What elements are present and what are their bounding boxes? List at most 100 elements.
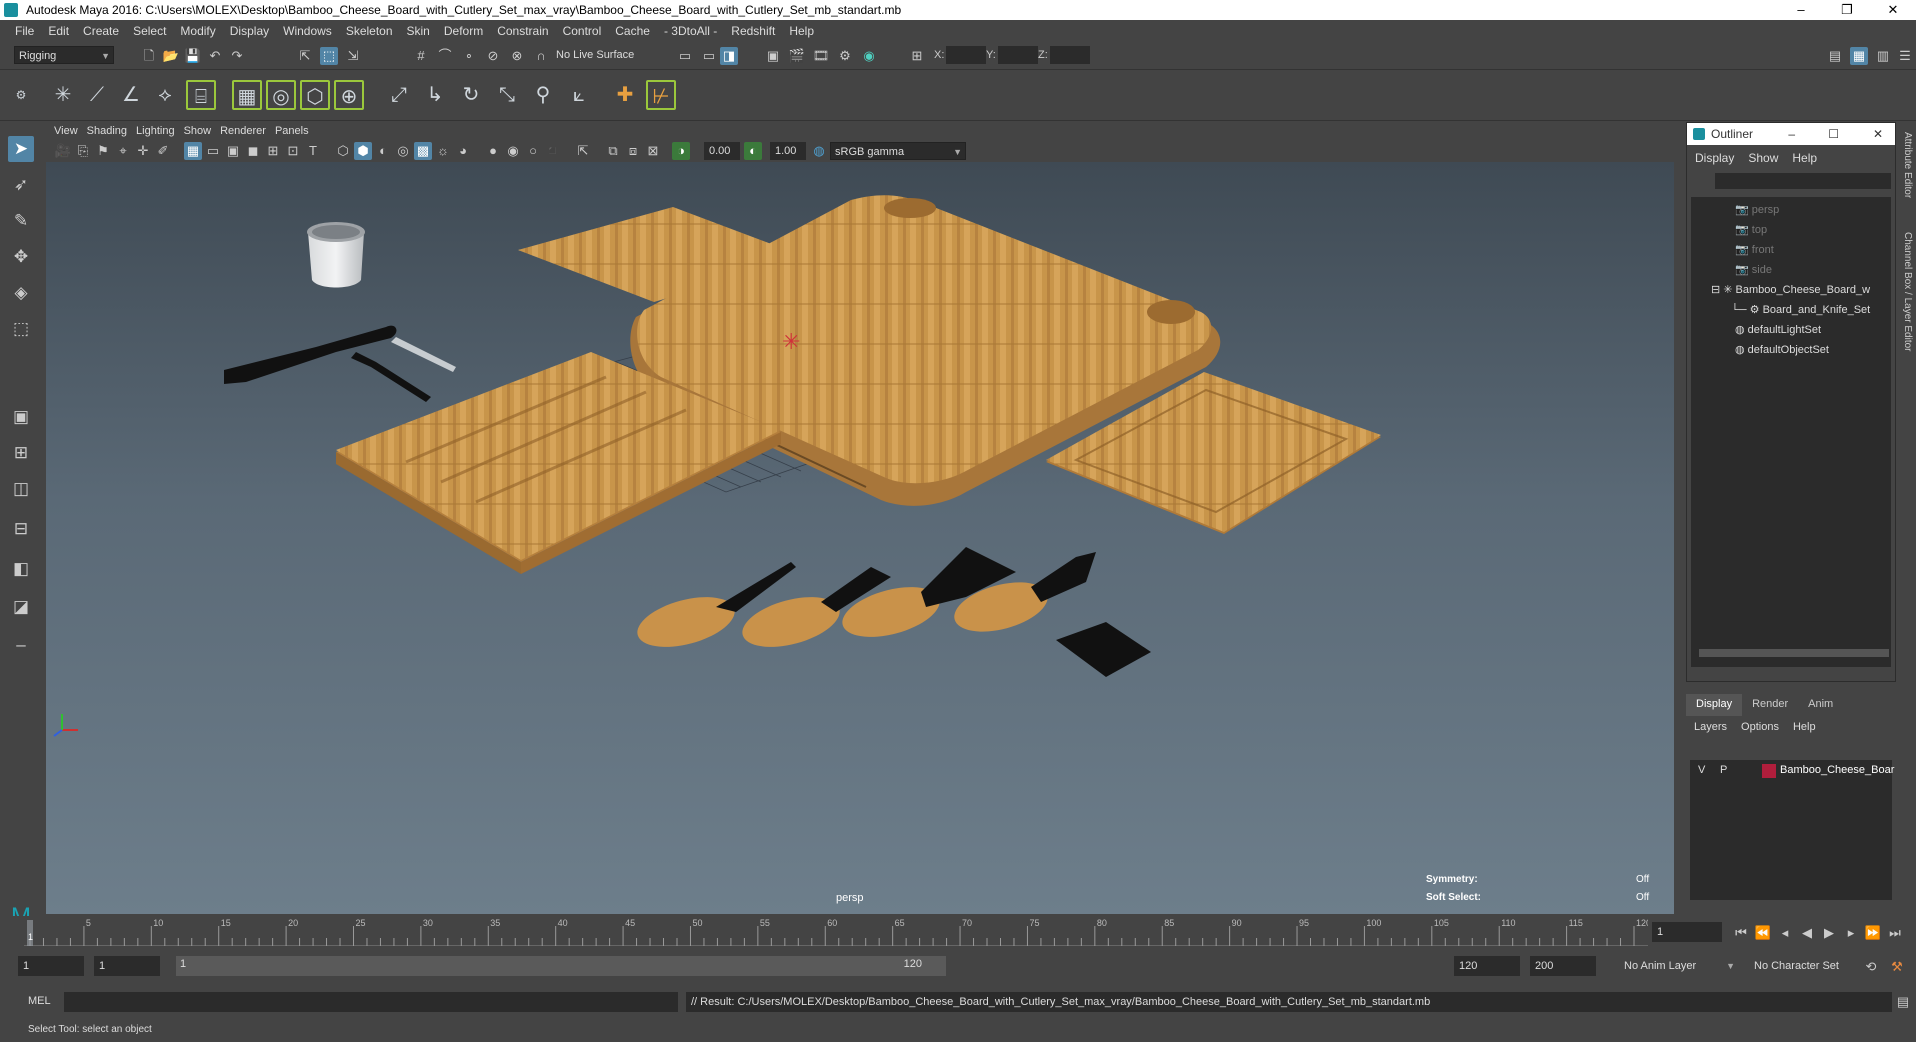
create-joints-icon[interactable]: ✳ <box>48 80 78 110</box>
skin-bind-icon[interactable]: ⌸ <box>186 80 216 110</box>
insert-joint-icon[interactable]: ⟋ <box>82 80 112 110</box>
resolution-gate-icon[interactable]: ▣ <box>224 142 242 160</box>
outliner-layout-icon[interactable]: ⊟ <box>8 516 34 542</box>
tool-settings-icon[interactable]: ▥ <box>1874 47 1892 65</box>
playback-end-field[interactable]: 120 <box>1454 956 1520 976</box>
y-field[interactable] <box>998 46 1038 64</box>
single-view-icon[interactable]: ▣ <box>8 404 34 430</box>
attribute-editor-tab[interactable]: Attribute Editor <box>1902 132 1913 198</box>
menu-cache[interactable]: Cache <box>608 24 657 38</box>
snap-grid-icon[interactable]: # <box>412 47 430 65</box>
snap-point-icon[interactable]: ∘ <box>460 47 478 65</box>
script-editor-icon[interactable]: ▤ <box>1894 993 1912 1011</box>
wireframe-icon[interactable]: ⬡ <box>334 142 352 160</box>
range-bar[interactable]: 1 120 <box>176 956 946 976</box>
menu-redshift[interactable]: Redshift <box>724 24 782 38</box>
step-back-key-icon[interactable]: ⏪ <box>1754 924 1772 942</box>
frame-all-icon[interactable]: ⊠ <box>644 142 662 160</box>
select-tool-icon[interactable]: ➤ <box>8 136 34 162</box>
grease-pencil-icon[interactable]: ✐ <box>154 142 172 160</box>
minimize-button[interactable]: – <box>1778 0 1824 20</box>
xray-active-icon[interactable]: ⧈ <box>624 142 642 160</box>
outliner-item-lightset[interactable]: ◍ defaultLightSet <box>1735 323 1821 336</box>
layer-color-swatch[interactable] <box>1762 764 1776 778</box>
new-scene-icon[interactable]: 🗋 <box>140 47 158 65</box>
menu-deform[interactable]: Deform <box>437 24 490 38</box>
outliner-item-side[interactable]: 📷 side <box>1735 263 1772 276</box>
ipr-render-icon[interactable]: 🎞 <box>812 47 830 65</box>
menu-display[interactable]: Display <box>223 24 276 38</box>
outliner-item-persp[interactable]: 📷 persp <box>1735 203 1779 216</box>
panel-menu-view[interactable]: View <box>54 125 87 137</box>
tab-display[interactable]: Display <box>1686 694 1743 716</box>
xray-icon[interactable]: ◎ <box>394 142 412 160</box>
live-surface-label[interactable]: No Live Surface <box>556 49 634 61</box>
wireframe-on-shaded-icon[interactable]: ◐ <box>374 142 392 160</box>
character-set-dropdown[interactable]: No Character Set <box>1750 957 1856 975</box>
play-backward-icon[interactable]: ◀ <box>1798 924 1816 942</box>
hypershade-layout-icon[interactable]: ◪ <box>8 594 34 620</box>
scale-constraint-icon[interactable]: ⤡ <box>492 80 522 110</box>
layers-menu-options[interactable]: Options <box>1741 721 1779 733</box>
color-management-icon[interactable]: ◍ <box>810 142 828 160</box>
render-view-icon[interactable]: ▣ <box>764 47 782 65</box>
more-layouts-icon[interactable]: – <box>8 632 34 658</box>
ambient-occlusion-icon[interactable]: ● <box>484 142 502 160</box>
channel-box-tab[interactable]: Channel Box / Layer Editor <box>1902 232 1913 352</box>
menu-file[interactable]: File <box>8 24 41 38</box>
output-ops-icon[interactable]: ▭ <box>700 47 718 65</box>
step-forward-frame-icon[interactable]: ▸ <box>1842 924 1860 942</box>
preferences-icon[interactable]: ⚒ <box>1888 958 1906 976</box>
layer-name[interactable]: Bamboo_Cheese_Boar <box>1780 764 1894 776</box>
menu-help[interactable]: Help <box>782 24 821 38</box>
time-slider[interactable]: 5 10 15 20 25 30 35 40 45 50 55 60 65 70 75 80 85 90 95 100… <box>0 916 1916 950</box>
play-forward-icon[interactable]: ▶ <box>1820 924 1838 942</box>
panel-menu-show[interactable]: Show <box>184 125 221 137</box>
render-settings-icon[interactable]: ⚙ <box>836 47 854 65</box>
wrap-deformer-icon[interactable]: ⬡ <box>300 80 330 110</box>
depth-of-field-icon[interactable]: ◾ <box>544 142 562 160</box>
snap-view-icon[interactable]: ⊘ <box>484 47 502 65</box>
locator-icon[interactable]: ✚ <box>610 80 640 110</box>
four-view-icon[interactable]: ⊞ <box>8 440 34 466</box>
sculpt-deformer-icon[interactable]: ◎ <box>266 80 296 110</box>
anim-layer-dropdown[interactable]: No Anim Layer ▼ <box>1620 957 1738 975</box>
menu-modify[interactable]: Modify <box>173 24 222 38</box>
z-field[interactable] <box>1050 46 1090 64</box>
tab-render[interactable]: Render <box>1742 694 1798 716</box>
outliner-hscrollbar[interactable] <box>1699 649 1889 657</box>
lasso-tool-icon[interactable]: ➶ <box>8 172 34 198</box>
step-back-frame-icon[interactable]: ◂ <box>1776 924 1794 942</box>
hypershade-icon[interactable]: ◉ <box>860 47 878 65</box>
outliner-close-icon[interactable]: ✕ <box>1873 123 1883 145</box>
outliner-search-input[interactable] <box>1715 173 1891 189</box>
animation-start-field[interactable]: 1 <box>18 956 84 976</box>
side-by-side-icon[interactable]: ◫ <box>8 476 34 502</box>
move-tool-icon[interactable]: ✥ <box>8 244 34 270</box>
menu-skeleton[interactable]: Skeleton <box>339 24 400 38</box>
script-language-label[interactable]: MEL <box>28 995 51 1007</box>
timeline-track[interactable]: 5 10 15 20 25 30 35 40 45 50 55 60 65 70 75 80 85 90 95 100… <box>24 916 1651 946</box>
auto-key-icon[interactable]: ⟲ <box>1862 958 1880 976</box>
shadows-icon[interactable]: ◕ <box>454 142 472 160</box>
layer-playback-toggle[interactable]: P <box>1720 764 1727 776</box>
ik-spline-icon[interactable]: ⟡ <box>150 80 180 110</box>
panel-menu-renderer[interactable]: Renderer <box>220 125 275 137</box>
modeling-toolkit-icon[interactable]: ▤ <box>1826 47 1844 65</box>
safe-action-icon[interactable]: ⊡ <box>284 142 302 160</box>
safe-title-icon[interactable]: T <box>304 142 322 160</box>
colorspace-dropdown[interactable]: sRGB gamma ▼ <box>830 142 966 160</box>
save-scene-icon[interactable]: 💾 <box>184 47 202 65</box>
graph-layout-icon[interactable]: ◧ <box>8 556 34 582</box>
outliner-item-top[interactable]: 📷 top <box>1735 223 1767 236</box>
orient-constraint-icon[interactable]: ↻ <box>456 80 486 110</box>
snap-curve-icon[interactable]: ⌒ <box>436 47 454 65</box>
maximize-button[interactable]: ❐ <box>1824 0 1870 20</box>
viewport-persp[interactable]: ✳ persp Symmetry: Off Soft Select: Off <box>46 162 1674 914</box>
motion-blur-icon[interactable]: ◉ <box>504 142 522 160</box>
layers-menu-help[interactable]: Help <box>1793 721 1816 733</box>
cluster-icon[interactable]: ⊕ <box>334 80 364 110</box>
outliner-menu-show[interactable]: Show <box>1748 151 1778 165</box>
tab-anim[interactable]: Anim <box>1798 694 1843 716</box>
layers-menu-layers[interactable]: Layers <box>1694 721 1727 733</box>
